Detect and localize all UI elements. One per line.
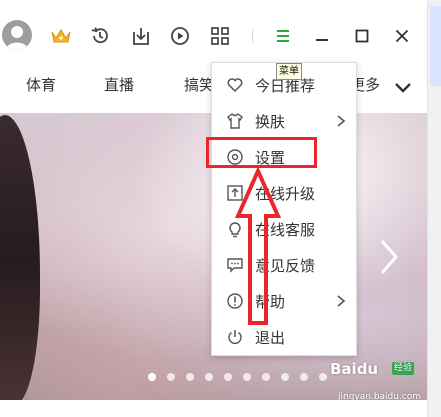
watermark-logo: Baidu 经验 jingyan.baidu.com: [330, 360, 425, 402]
carousel-dot[interactable]: [186, 373, 194, 381]
category-tab-live[interactable]: 直播: [104, 74, 134, 95]
background-window-accent: [430, 6, 441, 86]
app-window: 体育 直播 搞笑 更多 Baidu 经验 jingyan.baidu.com 今…: [0, 0, 441, 417]
banner-character-image: [0, 115, 40, 400]
up-arrow-annotation: [234, 168, 282, 325]
download-icon[interactable]: [130, 25, 152, 47]
chevron-right-icon[interactable]: [376, 237, 402, 277]
toolbar-separator: [252, 29, 253, 43]
carousel-dot[interactable]: [243, 373, 251, 381]
maximize-icon[interactable]: [351, 25, 373, 47]
carousel-indicators: [148, 373, 327, 381]
chevron-down-icon[interactable]: [392, 76, 414, 98]
main-menu-dropdown: 今日推荐 换肤 设置 在线升级 在线客服 意见反馈 帮助 退出: [211, 62, 357, 356]
carousel-dot[interactable]: [281, 373, 289, 381]
carousel-dot[interactable]: [262, 373, 270, 381]
minimize-icon[interactable]: [311, 25, 333, 47]
category-tab-funny[interactable]: 搞笑: [184, 74, 214, 95]
watermark-tag: 经验: [392, 362, 415, 375]
carousel-dot[interactable]: [167, 373, 175, 381]
menu-item-skin[interactable]: 换肤: [212, 103, 356, 139]
grid-icon[interactable]: [209, 25, 231, 47]
heart-icon: [227, 78, 243, 93]
crown-icon[interactable]: [50, 25, 72, 47]
menu-icon[interactable]: [272, 25, 294, 47]
shirt-icon: [227, 113, 243, 129]
power-icon: [228, 330, 242, 344]
play-icon[interactable]: [169, 25, 191, 47]
chevron-right-icon: [337, 115, 346, 127]
carousel-dot[interactable]: [319, 373, 327, 381]
chevron-right-icon: [337, 295, 346, 307]
watermark-brand: Baidu: [330, 360, 379, 378]
menu-item-label: 换肤: [255, 113, 286, 131]
bottom-bar: [0, 400, 427, 417]
close-icon[interactable]: [391, 25, 413, 47]
title-bar: [0, 0, 427, 70]
carousel-dot[interactable]: [205, 373, 213, 381]
carousel-dot[interactable]: [300, 373, 308, 381]
history-icon[interactable]: [89, 25, 111, 47]
avatar-icon[interactable]: [2, 20, 32, 50]
carousel-dot[interactable]: [224, 373, 232, 381]
category-tab-sports[interactable]: 体育: [26, 74, 56, 95]
menu-tooltip: 菜单: [276, 63, 302, 80]
background-window-edge: [427, 0, 441, 417]
highlight-box: [206, 137, 317, 168]
menu-item-label: 退出: [255, 329, 286, 347]
carousel-dot[interactable]: [148, 373, 156, 381]
